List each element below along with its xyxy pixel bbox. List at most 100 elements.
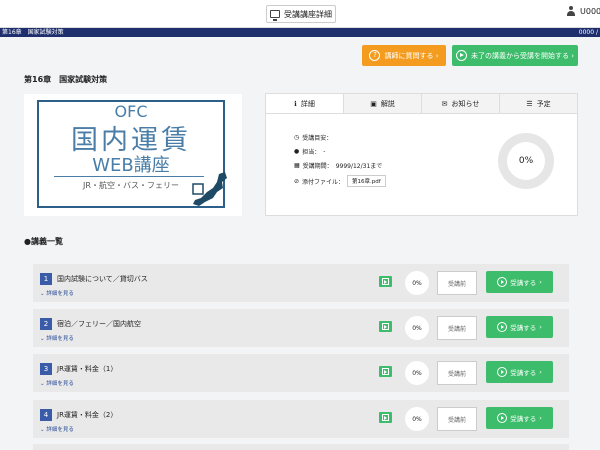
period-row: ▦ 受講期間： 9999/12/31まで — [294, 161, 382, 170]
lecture-title: 宿泊／フェリー／国内航空 — [57, 320, 141, 328]
clock-icon: ◷ — [294, 134, 300, 141]
file-row: ⊘ 添付ファイル： 第16章.pdf — [294, 175, 386, 187]
play-circle-icon — [497, 413, 508, 423]
monitor-icon — [270, 10, 280, 21]
take-lecture-button[interactable]: 受講する › — [486, 407, 553, 429]
tab-notice-label: お知らせ — [451, 99, 480, 108]
user-icon — [566, 6, 576, 17]
mail-icon: ✉ — [441, 99, 448, 108]
tab-notice[interactable]: ✉ お知らせ — [422, 94, 500, 113]
lecture-progress: 0% — [405, 407, 429, 431]
target-row: ◷ 受講目安： — [294, 133, 332, 142]
lecture-number: 3 — [40, 363, 52, 375]
lecture-title: 国内試験について／貸切バス — [57, 275, 148, 283]
logo-divider — [54, 176, 204, 177]
ask-teacher-button[interactable]: ? 講師に質問する › — [362, 45, 446, 66]
take-lecture-label: 受講する — [510, 369, 537, 377]
top-bar: 受講講座詳細 U000 — [0, 0, 600, 28]
chevron-right-icon: › — [539, 414, 542, 422]
tab-schedule-label: 予定 — [536, 99, 551, 108]
details-link-label: 詳細を見る — [46, 336, 74, 342]
chapter-bar-counter: 0000 / — [578, 29, 598, 36]
play-circle-icon — [455, 50, 467, 61]
paperclip-icon: ⊘ — [294, 177, 300, 185]
lecture-details-link[interactable]: ⌄ 詳細を見る — [40, 334, 74, 342]
book-icon: ▣ — [370, 99, 377, 108]
chevron-right-icon: › — [539, 278, 542, 286]
user-name: U000 — [580, 7, 600, 16]
teacher-value: - — [323, 148, 326, 155]
course-title: 第16章 国家試験対策 — [24, 75, 108, 84]
period-value: 9999/12/31まで — [335, 163, 383, 170]
lecture-row: 4 JR運賃・料金（2） ⌄ 詳細を見る 0% 受講前 受講する › — [33, 400, 569, 438]
lecture-status: 受講前 — [437, 361, 477, 385]
page-title: 受講講座詳細 — [284, 9, 332, 19]
tab-explanation[interactable]: ▣ 解説 — [344, 94, 422, 113]
take-lecture-label: 受講する — [510, 279, 537, 287]
lecture-status: 受講前 — [437, 271, 477, 295]
take-lecture-label: 受講する — [510, 415, 537, 423]
progress-value: 0% — [507, 142, 545, 180]
person-icon: ● — [294, 148, 300, 155]
lecture-details-link[interactable]: ⌄ 詳細を見る — [40, 425, 74, 433]
detail-panel: ℹ 詳細 ▣ 解説 ✉ お知らせ ☰ 予定 ◷ 受講目安： ● 担当： - ▦ … — [265, 93, 578, 216]
lecture-row-partial — [33, 444, 569, 450]
play-circle-icon — [497, 367, 508, 377]
lecture-title: JR運賃・料金（1） — [57, 365, 118, 373]
lecture-progress: 0% — [405, 361, 429, 385]
calendar-icon: ▦ — [294, 162, 300, 169]
take-lecture-label: 受講する — [510, 324, 537, 332]
video-icon[interactable] — [379, 276, 392, 287]
chapter-bar: 第16章 国家試験対策 0000 / — [0, 28, 600, 37]
lecture-details-link[interactable]: ⌄ 詳細を見る — [40, 289, 74, 297]
take-lecture-button[interactable]: 受講する › — [486, 271, 553, 293]
details-link-label: 詳細を見る — [46, 291, 74, 297]
question-icon: ? — [369, 50, 381, 61]
take-lecture-button[interactable]: 受講する › — [486, 361, 553, 383]
teacher-label: 担当： — [302, 149, 321, 156]
teacher-row: ● 担当： - — [294, 147, 325, 156]
lecture-number: 2 — [40, 318, 52, 330]
details-link-label: 詳細を見る — [46, 381, 74, 387]
video-icon[interactable] — [379, 412, 392, 423]
lecture-row: 3 JR運賃・料金（1） ⌄ 詳細を見る 0% 受講前 受講する › — [33, 354, 569, 392]
japan-map-icon — [192, 172, 227, 206]
chevron-right-icon: › — [539, 323, 542, 331]
period-label: 受講期間： — [302, 163, 333, 170]
lecture-details-link[interactable]: ⌄ 詳細を見る — [40, 379, 74, 387]
info-icon: ℹ — [294, 99, 297, 108]
video-icon[interactable] — [379, 321, 392, 332]
lecture-row: 1 国内試験について／貸切バス ⌄ 詳細を見る 0% 受講前 受講する › — [33, 264, 569, 302]
tab-explanation-label: 解説 — [380, 99, 395, 108]
details-link-label: 詳細を見る — [46, 427, 74, 433]
file-link[interactable]: 第16章.pdf — [347, 175, 386, 187]
lecture-section-title: ●講義一覧 — [24, 237, 63, 246]
lecture-status: 受講前 — [437, 407, 477, 431]
chapter-bar-title: 第16章 国家試験対策 — [2, 29, 64, 36]
lecture-number: 1 — [40, 273, 52, 285]
start-unfinished-label: 未了の講義から受講を開始する › — [470, 51, 575, 60]
play-circle-icon — [497, 277, 508, 287]
target-label: 受講目安： — [302, 135, 333, 142]
ask-teacher-label: 講師に質問する › — [384, 51, 439, 60]
lecture-progress: 0% — [405, 316, 429, 340]
tab-details-label: 詳細 — [300, 99, 315, 108]
course-logo: OFC 国内運賃 WEB講座 JR・航空・バス・フェリー — [24, 94, 242, 216]
list-icon: ☰ — [526, 99, 533, 108]
page-title-box: 受講講座詳細 — [266, 5, 336, 23]
lecture-title: JR運賃・料金（2） — [57, 411, 118, 419]
video-icon[interactable] — [379, 366, 392, 377]
tab-details[interactable]: ℹ 詳細 — [266, 94, 344, 113]
lecture-row: 2 宿泊／フェリー／国内航空 ⌄ 詳細を見る 0% 受講前 受講する › — [33, 309, 569, 347]
lecture-progress: 0% — [405, 271, 429, 295]
start-unfinished-button[interactable]: 未了の講義から受講を開始する › — [452, 45, 578, 66]
chevron-right-icon: › — [539, 368, 542, 376]
user-menu[interactable]: U000 — [566, 6, 600, 17]
take-lecture-button[interactable]: 受講する › — [486, 316, 553, 338]
tab-schedule[interactable]: ☰ 予定 — [500, 94, 577, 113]
detail-tabs: ℹ 詳細 ▣ 解説 ✉ お知らせ ☰ 予定 — [266, 94, 577, 114]
progress-donut: 0% — [498, 133, 554, 189]
lecture-status: 受講前 — [437, 316, 477, 340]
lecture-number: 4 — [40, 409, 52, 421]
file-label: 添付ファイル： — [302, 178, 345, 186]
